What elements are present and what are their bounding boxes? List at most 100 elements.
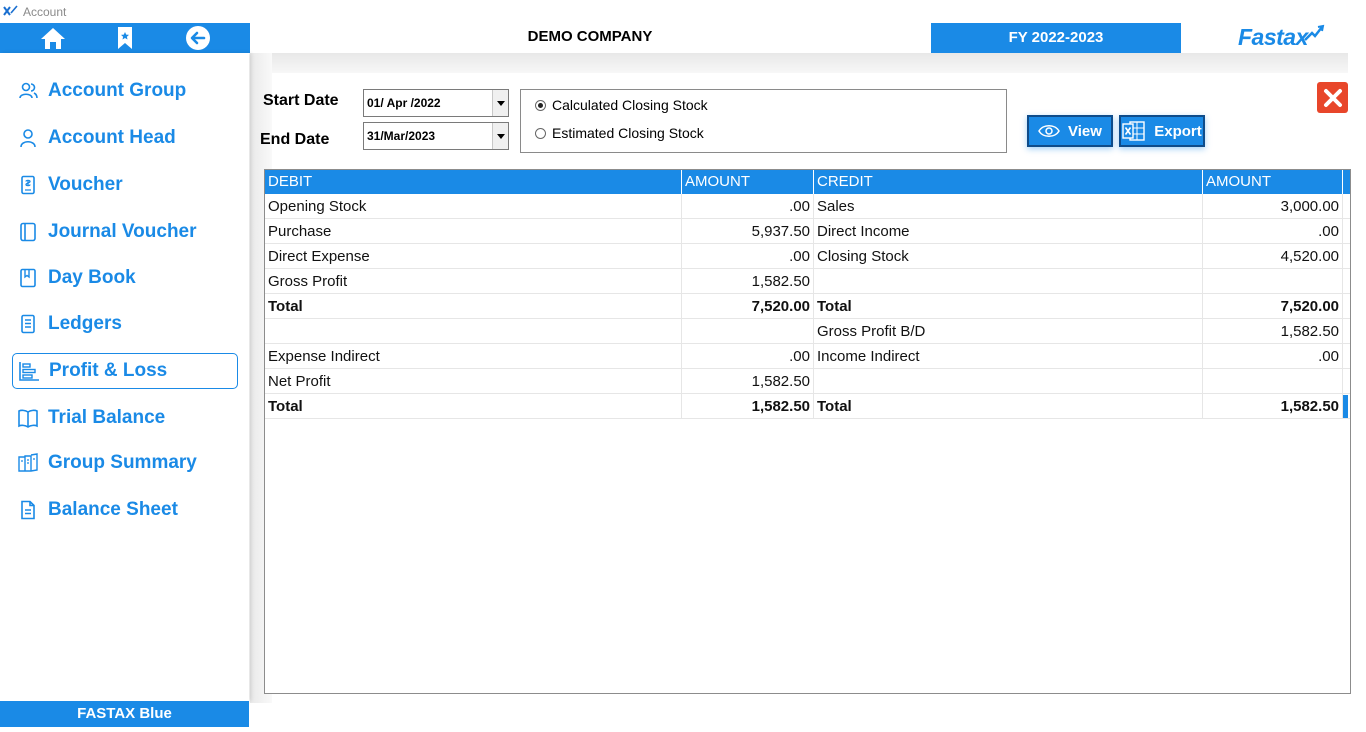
cell-credit-amount[interactable]: 7,520.00 (1203, 294, 1343, 319)
end-date-picker[interactable]: 31/Mar/2023 (363, 122, 509, 150)
end-date-dropdown[interactable] (492, 123, 508, 149)
sidebar-item-voucher[interactable]: Voucher (12, 167, 238, 203)
cell-debit[interactable]: Purchase (265, 219, 682, 244)
table-row[interactable]: Total 1,582.50 Total 1,582.50 (265, 394, 1350, 419)
sidebar-item-label: Group Summary (48, 452, 197, 473)
cell-credit[interactable]: Gross Profit B/D (814, 319, 1203, 344)
cell-debit[interactable]: Total (265, 394, 682, 419)
radio-unselected[interactable] (535, 127, 546, 139)
cell-credit-amount[interactable] (1203, 369, 1343, 394)
sidebar-item-label: Journal Voucher (48, 221, 197, 242)
export-button[interactable]: Export (1119, 115, 1205, 147)
bookmark-button[interactable] (111, 26, 139, 50)
sidebar-item-label: Voucher (48, 174, 123, 195)
window-title: Account (23, 5, 67, 19)
scrollbar-thumb[interactable] (1343, 170, 1348, 194)
cell-debit-amount[interactable]: 1,582.50 (682, 394, 814, 419)
start-date-picker[interactable]: 01/ Apr /2022 (363, 89, 509, 117)
table-row[interactable]: Gross Profit 1,582.50 (265, 269, 1350, 294)
radio-label: Estimated Closing Stock (552, 125, 704, 141)
cell-credit-amount[interactable]: 1,582.50 (1203, 394, 1343, 419)
table-row[interactable]: Gross Profit B/D 1,582.50 (265, 319, 1350, 344)
table-row[interactable]: Opening Stock .00 Sales 3,000.00 (265, 194, 1350, 219)
book-icon (17, 267, 39, 289)
sidebar-item-journal-voucher[interactable]: Journal Voucher (12, 214, 238, 250)
profit-loss-grid[interactable]: DEBIT AMOUNT CREDIT AMOUNT Opening Stock… (264, 169, 1351, 694)
cell-debit[interactable]: Opening Stock (265, 194, 682, 219)
window-titlebar: Account (0, 0, 1366, 22)
cell-credit-amount[interactable]: 4,520.00 (1203, 244, 1343, 269)
top-nav-bar (0, 23, 250, 53)
sidebar-item-account-head[interactable]: Account Head (12, 120, 238, 156)
company-name: DEMO COMPANY (527, 28, 653, 45)
cell-credit[interactable]: Closing Stock (814, 244, 1203, 269)
cell-debit-amount[interactable]: .00 (682, 244, 814, 269)
cell-credit[interactable]: Sales (814, 194, 1203, 219)
cell-debit-amount[interactable]: 1,582.50 (682, 269, 814, 294)
back-button[interactable] (184, 26, 212, 50)
cell-credit[interactable]: Total (814, 394, 1203, 419)
cell-credit[interactable] (814, 369, 1203, 394)
cell-debit[interactable]: Total (265, 294, 682, 319)
cell-debit[interactable]: Expense Indirect (265, 344, 682, 369)
sidebar-item-profit-loss[interactable]: Profit & Loss (12, 353, 238, 389)
sidebar-item-label: Day Book (48, 267, 136, 288)
table-row[interactable]: Purchase 5,937.50 Direct Income .00 (265, 219, 1350, 244)
app-logo-icon (3, 5, 18, 16)
close-button[interactable] (1317, 82, 1348, 113)
cell-credit[interactable] (814, 269, 1203, 294)
cell-debit-amount[interactable]: .00 (682, 344, 814, 369)
cell-credit[interactable]: Direct Income (814, 219, 1203, 244)
sidebar-item-day-book[interactable]: Day Book (12, 260, 238, 296)
chevron-down-icon (496, 100, 505, 106)
sidebar-item-label: Ledgers (48, 313, 122, 334)
cell-debit[interactable]: Direct Expense (265, 244, 682, 269)
cell-credit-amount[interactable]: .00 (1203, 219, 1343, 244)
cell-debit-amount[interactable]: 5,937.50 (682, 219, 814, 244)
home-button[interactable] (39, 26, 67, 50)
column-header-credit-amount[interactable]: AMOUNT (1203, 170, 1343, 194)
cell-credit-amount[interactable]: 3,000.00 (1203, 194, 1343, 219)
table-row[interactable]: Expense Indirect .00 Income Indirect .00 (265, 344, 1350, 369)
cell-debit[interactable]: Gross Profit (265, 269, 682, 294)
end-date-label: End Date (260, 131, 330, 148)
sidebar-item-group-summary[interactable]: Group Summary (12, 445, 238, 481)
sidebar-item-ledgers[interactable]: Ledgers (12, 306, 238, 342)
export-button-label: Export (1154, 122, 1202, 140)
sidebar-item-trial-balance[interactable]: Trial Balance (12, 400, 238, 436)
cell-debit-amount[interactable]: 1,582.50 (682, 369, 814, 394)
cell-credit[interactable]: Total (814, 294, 1203, 319)
cell-debit-amount[interactable]: 7,520.00 (682, 294, 814, 319)
sidebar-item-label: Account Head (48, 127, 176, 148)
sidebar-item-balance-sheet[interactable]: Balance Sheet (12, 492, 238, 528)
start-date-dropdown[interactable] (492, 90, 508, 116)
column-header-debit[interactable]: DEBIT (265, 170, 682, 194)
view-button-label: View (1068, 122, 1102, 140)
cell-debit-amount[interactable]: .00 (682, 194, 814, 219)
table-row[interactable]: Direct Expense .00 Closing Stock 4,520.00 (265, 244, 1350, 269)
cell-credit[interactable]: Income Indirect (814, 344, 1203, 369)
bar-chart-icon (18, 360, 40, 382)
radio-estimated-closing-stock[interactable]: Estimated Closing Stock (535, 125, 704, 141)
view-button[interactable]: View (1027, 115, 1113, 147)
column-header-credit[interactable]: CREDIT (814, 170, 1203, 194)
column-header-debit-amount[interactable]: AMOUNT (682, 170, 814, 194)
cell-credit-amount[interactable]: .00 (1203, 344, 1343, 369)
sidebar-footer: FASTAX Blue (0, 701, 249, 727)
table-row[interactable]: Total 7,520.00 Total 7,520.00 (265, 294, 1350, 319)
radio-selected[interactable] (535, 99, 546, 111)
chevron-down-icon (496, 133, 505, 139)
table-row[interactable]: Net Profit 1,582.50 (265, 369, 1350, 394)
cell-credit-amount[interactable]: 1,582.50 (1203, 319, 1343, 344)
grid-header: DEBIT AMOUNT CREDIT AMOUNT (265, 170, 1350, 194)
radio-calculated-closing-stock[interactable]: Calculated Closing Stock (535, 97, 708, 113)
cell-debit[interactable] (265, 319, 682, 344)
cell-debit-amount[interactable] (682, 319, 814, 344)
cell-credit-amount[interactable] (1203, 269, 1343, 294)
open-book-icon (17, 407, 39, 429)
cell-debit[interactable]: Net Profit (265, 369, 682, 394)
receipt-icon (17, 174, 39, 196)
start-date-value: 01/ Apr /2022 (367, 96, 441, 110)
eye-icon (1038, 124, 1060, 138)
sidebar-item-account-group[interactable]: Account Group (12, 73, 238, 109)
